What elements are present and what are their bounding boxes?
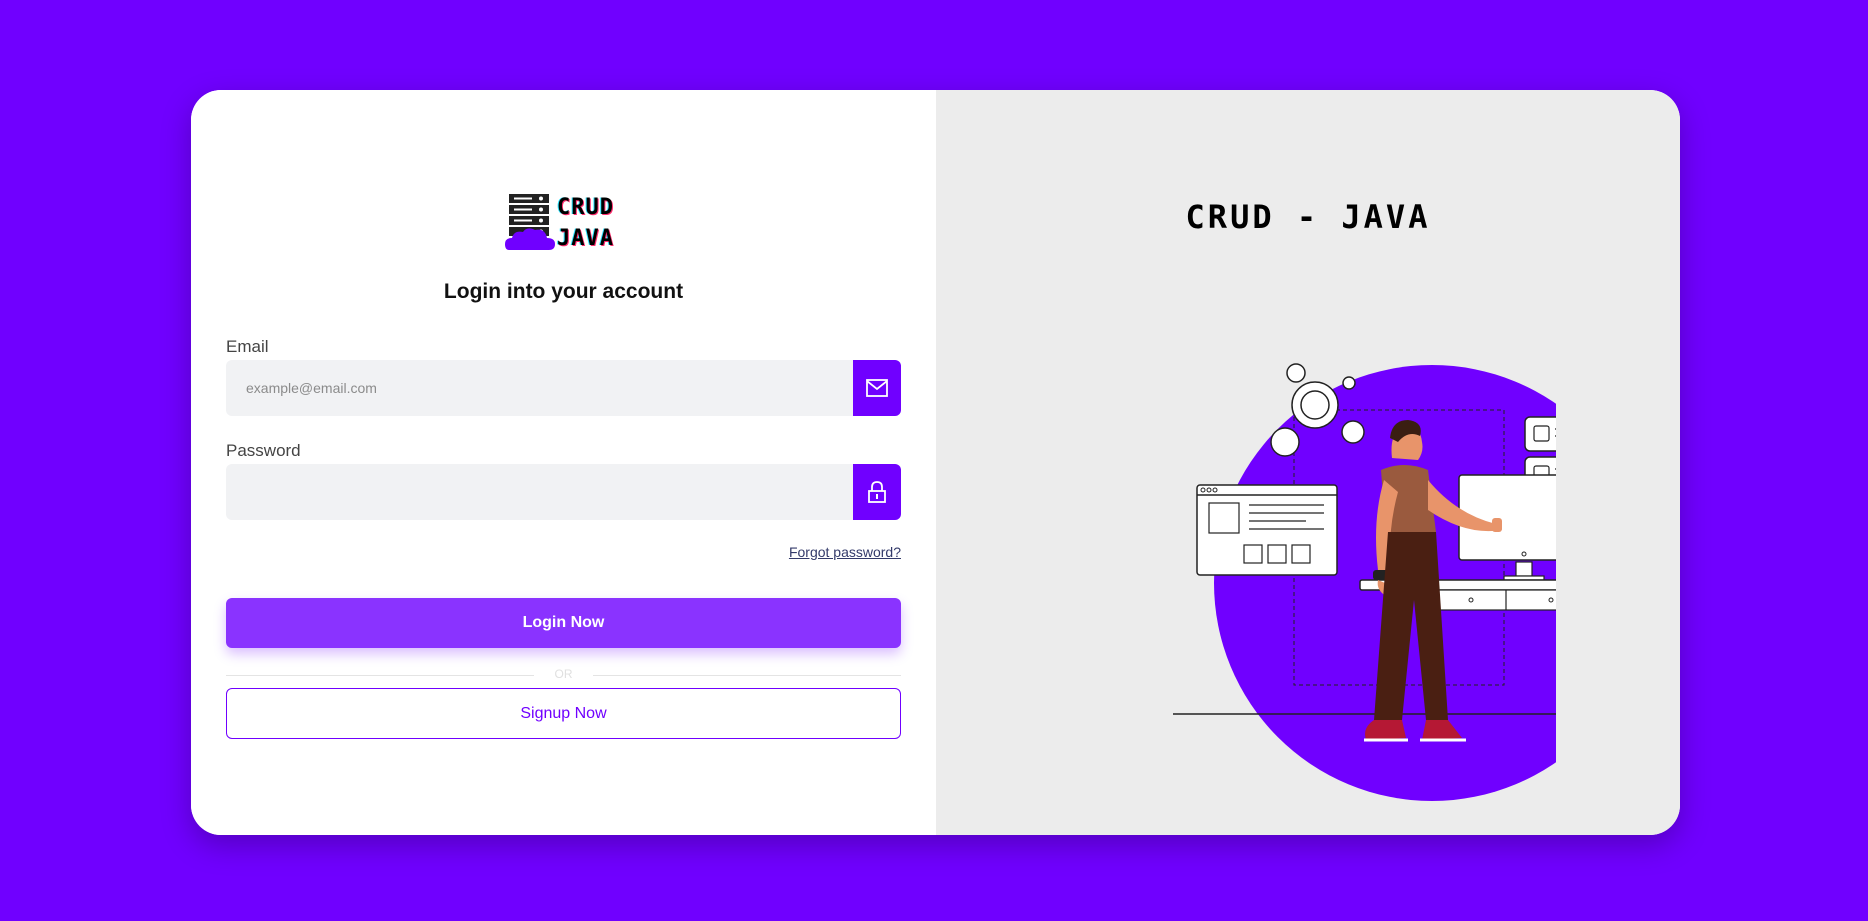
logo-line-2: JAVA <box>557 226 614 251</box>
email-field[interactable] <box>226 360 853 416</box>
forgot-password-link[interactable]: Forgot password? <box>789 544 901 560</box>
server-cloud-icon <box>505 194 555 250</box>
mail-icon-box[interactable] <box>853 360 901 416</box>
page-title: Login into your account <box>443 280 684 303</box>
password-field[interactable] <box>226 464 853 520</box>
logo-text: CRUD JAVA <box>557 192 614 254</box>
hero-title: CRUD - JAVA <box>1185 198 1431 236</box>
login-button[interactable]: Login Now <box>226 598 901 648</box>
app-logo: CRUD JAVA <box>505 192 633 256</box>
lock-icon <box>868 481 886 503</box>
email-label: Email <box>226 337 269 356</box>
or-divider: OR <box>226 667 901 683</box>
mail-icon <box>866 379 888 397</box>
login-panel: CRUD JAVA Login into your account Email … <box>191 90 936 835</box>
divider-text: OR <box>554 667 573 681</box>
login-card: CRUD JAVA Login into your account Email … <box>191 90 1680 835</box>
logo-line-1: CRUD <box>557 195 614 220</box>
lock-icon-box[interactable] <box>853 464 901 520</box>
signup-button[interactable]: Signup Now <box>226 688 901 739</box>
divider-line-right <box>593 675 901 676</box>
developer-illustration <box>1173 363 1556 801</box>
password-input-group <box>226 464 901 520</box>
email-input-group <box>226 360 901 416</box>
password-label: Password <box>226 441 301 460</box>
hero-panel: CRUD - JAVA <box>936 90 1680 835</box>
